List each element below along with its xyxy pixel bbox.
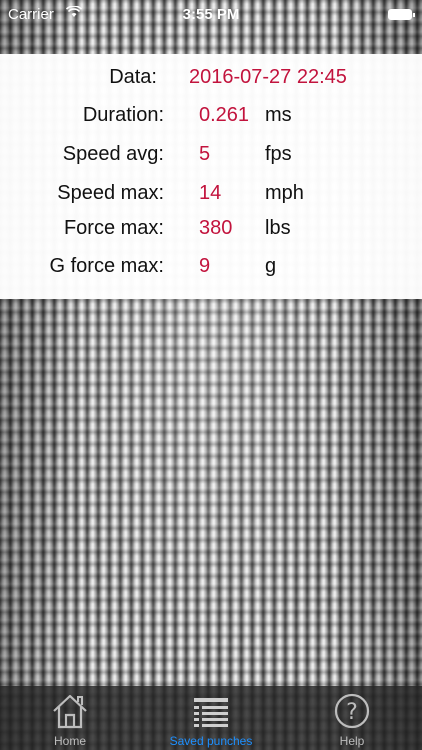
list-icon	[191, 692, 231, 735]
row-label: Speed max:	[57, 182, 164, 204]
row-value: 0.261	[199, 104, 250, 126]
row-value: 14	[199, 182, 222, 204]
row-unit: g	[265, 255, 277, 277]
force-max-row: Force max: 380 lbs	[0, 217, 422, 247]
row-label: Speed avg:	[62, 143, 164, 165]
status-bar: Carrier 3:55 PM	[0, 0, 422, 30]
row-label: G force max:	[49, 255, 164, 277]
help-icon: ?	[332, 692, 372, 735]
tab-help[interactable]: ? Help	[282, 686, 422, 750]
speed-max-row: Speed max: 14 mph	[0, 182, 422, 212]
row-unit: lbs	[265, 217, 291, 239]
row-value: 380	[199, 217, 233, 239]
tab-help-label: Help	[339, 734, 365, 748]
duration-row: Duration: 0.261 ms	[0, 104, 422, 134]
row-label: Duration:	[82, 104, 164, 126]
tab-saved-punches[interactable]: Saved punches	[141, 686, 281, 750]
battery-icon	[388, 9, 415, 20]
row-unit: ms	[265, 104, 292, 126]
tab-saved-punches-label: Saved punches	[169, 734, 253, 748]
date-row: Data: 2016-07-27 22:45	[0, 66, 422, 96]
punch-details-panel: Data: 2016-07-27 22:45 Duration: 0.261 m…	[0, 54, 422, 299]
row-unit: fps	[265, 143, 292, 165]
g-force-max-row: G force max: 9 g	[0, 255, 422, 285]
row-value: 5	[199, 143, 211, 165]
home-icon	[50, 692, 90, 735]
status-time: 3:55 PM	[182, 6, 240, 23]
tab-home[interactable]: Home	[0, 686, 140, 750]
date-value: 2016-07-27 22:45	[189, 66, 347, 88]
date-label: Data:	[109, 66, 157, 88]
svg-text:?: ?	[346, 700, 358, 725]
tab-bar: Home Saved punches ? Help	[0, 686, 422, 750]
tab-home-label: Home	[53, 734, 86, 748]
row-label: Force max:	[63, 217, 164, 239]
row-unit: mph	[265, 182, 304, 204]
row-value: 9	[199, 255, 211, 277]
speed-avg-row: Speed avg: 5 fps	[0, 143, 422, 173]
